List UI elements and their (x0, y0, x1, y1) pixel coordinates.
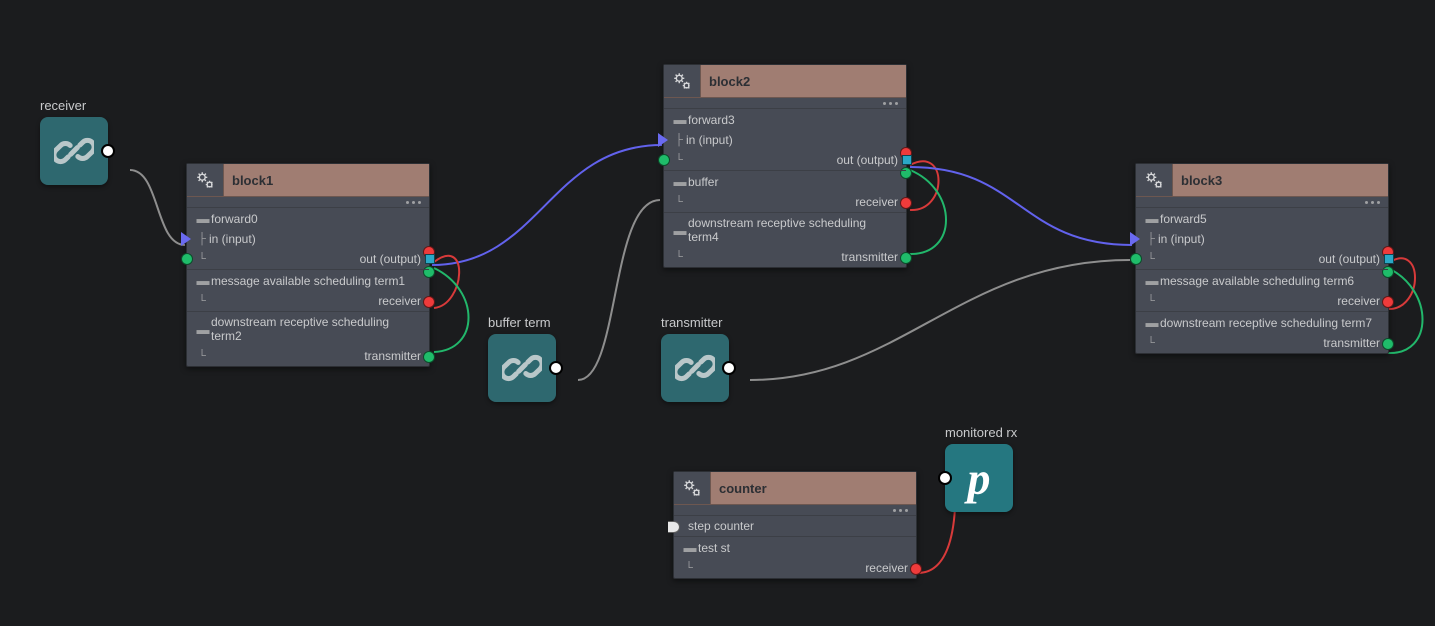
node-transmitter-label: transmitter (661, 315, 729, 330)
node-buffer-term[interactable]: buffer term (488, 315, 556, 402)
port-receiver[interactable] (900, 197, 912, 209)
block3-titlebar[interactable]: block3 (1136, 164, 1388, 197)
graph-canvas[interactable]: receiver block1 ▬forward0 ├in (input) └ … (0, 0, 1435, 626)
row-out[interactable]: └ out (output) (1136, 249, 1388, 269)
node-receiver-tile[interactable] (40, 117, 108, 185)
node-transmitter-tile[interactable] (661, 334, 729, 402)
row-section: ▬downstream receptive scheduling term4 (664, 212, 906, 247)
port-transmitter[interactable] (900, 252, 912, 264)
port-out[interactable] (101, 144, 115, 158)
row-section: ▬forward5 (1136, 208, 1388, 229)
node-receiver-label: receiver (40, 98, 108, 113)
block2-title: block2 (701, 65, 906, 97)
block1-menu-button[interactable] (187, 197, 429, 208)
row-section: ▬forward0 (187, 208, 429, 229)
node-receiver[interactable]: receiver (40, 98, 108, 185)
row-step[interactable]: step counter (674, 516, 916, 536)
port-in-tri[interactable] (1130, 232, 1140, 246)
row-transmitter[interactable]: └ transmitter (664, 247, 906, 267)
node-buffer-term-label: buffer term (488, 315, 556, 330)
row-section: ▬downstream receptive scheduling term2 (187, 311, 429, 346)
row-receiver[interactable]: └ receiver (674, 558, 916, 578)
node-transmitter[interactable]: transmitter (661, 315, 729, 402)
block2-titlebar[interactable]: block2 (664, 65, 906, 98)
block3-title: block3 (1173, 164, 1388, 196)
port-in-tri[interactable] (181, 232, 191, 246)
gears-icon (187, 164, 224, 196)
link-icon (54, 131, 94, 171)
port-out[interactable] (722, 361, 736, 375)
port-transmitter[interactable] (423, 351, 435, 363)
row-in[interactable]: ├in (input) (1136, 229, 1388, 249)
row-section: ▬test st (674, 536, 916, 558)
port-out[interactable] (549, 361, 563, 375)
row-section: ▬downstream receptive scheduling term7 (1136, 311, 1388, 333)
counter-titlebar[interactable]: counter (674, 472, 916, 505)
row-section: ▬message available scheduling term6 (1136, 269, 1388, 291)
node-monitored-rx-label: monitored rx (945, 425, 1017, 440)
block2-menu-button[interactable] (664, 98, 906, 109)
node-block1[interactable]: block1 ▬forward0 ├in (input) └ out (outp… (186, 163, 430, 367)
gears-icon (664, 65, 701, 97)
port-receiver[interactable] (423, 296, 435, 308)
row-receiver[interactable]: └ receiver (1136, 291, 1388, 311)
row-receiver[interactable]: └ receiver (664, 192, 906, 212)
node-counter[interactable]: counter step counter ▬test st └ receiver (673, 471, 917, 579)
counter-title: counter (711, 472, 916, 504)
node-buffer-term-tile[interactable] (488, 334, 556, 402)
port-receiver[interactable] (1382, 296, 1394, 308)
row-out[interactable]: └ out (output) (664, 150, 906, 170)
port-step[interactable] (668, 521, 680, 533)
port-transmitter[interactable] (1382, 338, 1394, 350)
row-transmitter[interactable]: └ transmitter (187, 346, 429, 366)
row-transmitter[interactable]: └ transmitter (1136, 333, 1388, 353)
gears-icon (1136, 164, 1173, 196)
row-in[interactable]: ├in (input) (187, 229, 429, 249)
p-icon: p (968, 452, 991, 505)
link-icon (675, 348, 715, 388)
block3-menu-button[interactable] (1136, 197, 1388, 208)
port-out-sq[interactable] (902, 155, 912, 165)
node-monitored-rx-tile[interactable]: p (945, 444, 1013, 512)
port-in-tri[interactable] (658, 133, 668, 147)
port-receiver[interactable] (910, 563, 922, 575)
row-in[interactable]: ├in (input) (664, 130, 906, 150)
port-in[interactable] (938, 471, 952, 485)
port-out-sq[interactable] (1384, 254, 1394, 264)
row-receiver[interactable]: └ receiver (187, 291, 429, 311)
node-monitored-rx[interactable]: monitored rx p (945, 425, 1017, 512)
port-out-sq[interactable] (425, 254, 435, 264)
node-block2[interactable]: block2 ▬forward3 ├in (input) └ out (outp… (663, 64, 907, 268)
row-section: ▬forward3 (664, 109, 906, 130)
block1-title: block1 (224, 164, 429, 196)
link-icon (502, 348, 542, 388)
counter-menu-button[interactable] (674, 505, 916, 516)
row-out[interactable]: └ out (output) (187, 249, 429, 269)
row-section: ▬message available scheduling term1 (187, 269, 429, 291)
gears-icon (674, 472, 711, 504)
row-section: ▬buffer (664, 170, 906, 192)
block1-titlebar[interactable]: block1 (187, 164, 429, 197)
node-block3[interactable]: block3 ▬forward5 ├in (input) └ out (outp… (1135, 163, 1389, 354)
